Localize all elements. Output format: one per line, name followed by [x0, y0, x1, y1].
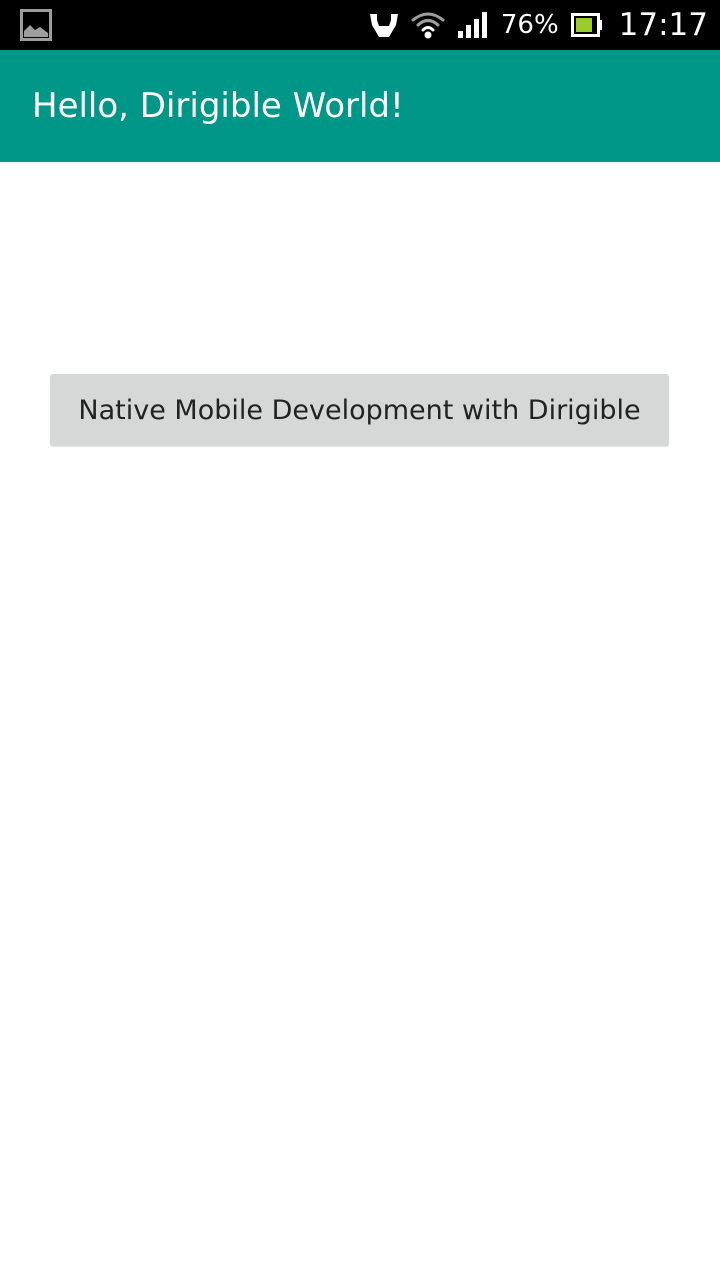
wifi-icon [411, 11, 445, 39]
app-title: Hello, Dirigible World! [32, 86, 404, 126]
status-icons: 76% 17:17 [369, 0, 708, 50]
signal-icon [457, 11, 489, 39]
battery-percentage: 76% [500, 10, 559, 40]
clock: 17:17 [618, 7, 708, 43]
battery-icon [570, 13, 603, 37]
download-icon [369, 12, 399, 38]
app-bar: Hello, Dirigible World! [0, 50, 720, 162]
native-mobile-development-button[interactable]: Native Mobile Development with Dirigible [50, 374, 669, 446]
status-bar: 76% 17:17 [0, 0, 720, 50]
main-content: Native Mobile Development with Dirigible [0, 162, 720, 1280]
picture-icon [20, 9, 52, 41]
